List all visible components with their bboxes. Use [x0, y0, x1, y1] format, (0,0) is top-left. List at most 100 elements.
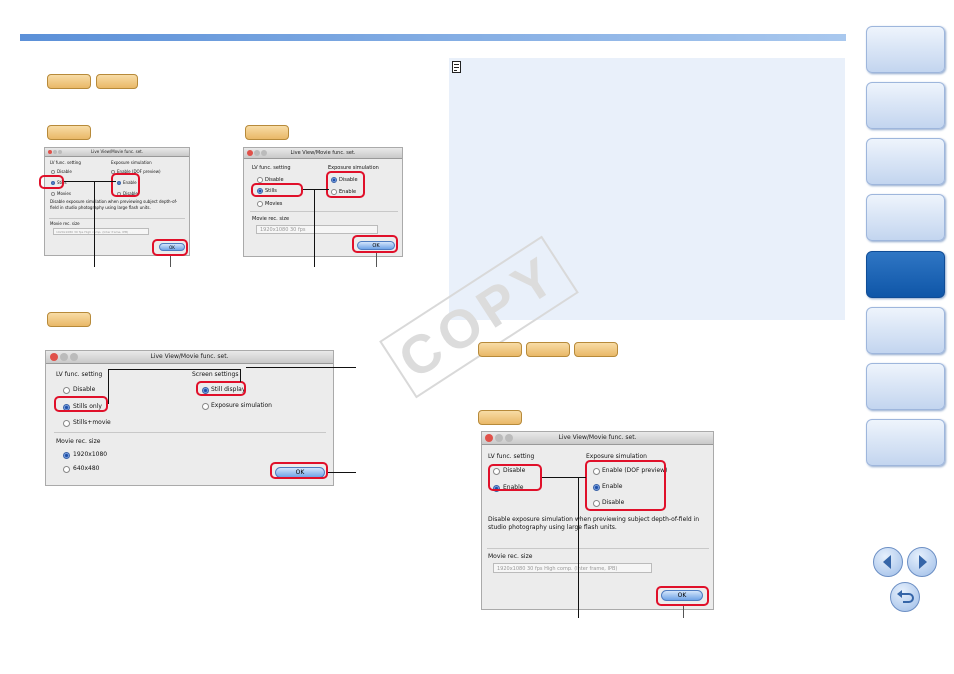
section-tab-5-active[interactable] — [866, 251, 945, 298]
exposure-simulation-option-label: Exposure simulation — [211, 402, 272, 409]
camera-model-badge — [478, 342, 522, 357]
highlight-still-display — [196, 381, 246, 396]
zoom-window-icon[interactable] — [70, 353, 78, 361]
lv-movies-radio[interactable] — [257, 201, 263, 207]
section-tab-3[interactable] — [866, 138, 945, 185]
callout-line — [94, 181, 95, 267]
close-window-icon[interactable] — [48, 150, 52, 154]
highlight-expsim — [326, 171, 365, 198]
window-title: Live View/Movie func. set. — [244, 148, 402, 159]
minimize-window-icon[interactable] — [254, 150, 260, 156]
callout-line — [683, 606, 684, 618]
screen-settings-label: Screen settings — [192, 371, 239, 378]
size-1920-radio[interactable] — [63, 452, 70, 459]
section-tab-4[interactable] — [866, 194, 945, 241]
highlight-lv-enable — [488, 464, 542, 491]
movie-size-select[interactable]: 1920x1080 30 fps High comp. (Inter frame… — [493, 563, 652, 573]
divider — [250, 211, 398, 212]
divider — [49, 218, 185, 219]
movie-rec-size-label: Movie rec. size — [50, 221, 80, 226]
highlight-ok — [352, 235, 398, 253]
zoom-window-icon[interactable] — [505, 434, 513, 442]
camera-model-badge — [96, 74, 138, 89]
camera-model-badge — [526, 342, 570, 357]
close-window-icon[interactable] — [247, 150, 253, 156]
section-tab-7[interactable] — [866, 363, 945, 410]
callout-line — [240, 369, 241, 382]
section-tab-8[interactable] — [866, 419, 945, 466]
next-page-icon[interactable] — [907, 547, 937, 577]
window-title: Live View/Movie func. set. — [45, 148, 189, 157]
callout-line — [108, 369, 109, 404]
movie-rec-size-label: Movie rec. size — [252, 216, 290, 222]
exposure-simulation-label: Exposure simulation — [586, 453, 647, 460]
prev-page-icon[interactable] — [873, 547, 903, 577]
callout-line — [314, 189, 315, 267]
close-window-icon[interactable] — [485, 434, 493, 442]
exposure-simulation-label: Exposure simulation — [111, 160, 152, 165]
camera-model-badge — [478, 410, 522, 425]
lv-stills-movie-label: Stills+movie — [73, 419, 111, 426]
callout-line — [246, 367, 356, 368]
camera-model-badge — [47, 312, 91, 327]
back-icon[interactable] — [890, 582, 920, 612]
lv-func-setting-label: LV func. setting — [50, 160, 81, 165]
divider — [54, 432, 326, 433]
callout-line — [170, 256, 171, 267]
minimize-window-icon[interactable] — [495, 434, 503, 442]
lv-disable-radio[interactable] — [51, 170, 55, 174]
highlight-stills — [251, 183, 303, 197]
memo-icon — [452, 61, 461, 73]
highlight-stills-only — [54, 396, 108, 412]
divider — [487, 548, 709, 549]
size-1920-label: 1920x1080 — [73, 451, 108, 458]
camera-model-badge — [245, 125, 289, 140]
highlight-ok — [152, 239, 188, 256]
window-title: Live View/Movie func. set. — [482, 432, 713, 445]
callout-line — [303, 189, 329, 190]
highlight-stills — [39, 175, 64, 189]
callout-line — [328, 472, 356, 473]
lv-disable-label: Disable — [73, 386, 96, 393]
camera-model-badge — [47, 74, 91, 89]
camera-model-badge — [574, 342, 618, 357]
description-text: Disable exposure simulation when preview… — [50, 199, 178, 210]
camera-model-badge — [47, 125, 91, 140]
exposure-simulation-radio[interactable] — [202, 403, 209, 410]
section-tab-1[interactable] — [866, 26, 945, 73]
lv-stills-movie-radio[interactable] — [63, 420, 70, 427]
callout-line — [64, 181, 116, 182]
callout-line — [376, 253, 377, 267]
description-text: Disable exposure simulation when preview… — [488, 516, 700, 531]
minimize-window-icon[interactable] — [53, 150, 57, 154]
callout-line — [578, 477, 579, 618]
movie-size-select[interactable]: 1920x1080 30 fps — [256, 225, 378, 234]
size-640-radio[interactable] — [63, 466, 70, 473]
header-bar — [20, 34, 846, 41]
lv-func-setting-label: LV func. setting — [252, 165, 291, 171]
highlight-ok — [656, 586, 709, 606]
lv-disable-radio[interactable] — [63, 387, 70, 394]
section-tab-2[interactable] — [866, 82, 945, 129]
callout-line — [108, 369, 240, 370]
lv-movies-radio[interactable] — [51, 192, 55, 196]
live-view-dialog-right: Live View/Movie func. set. LV func. sett… — [481, 431, 714, 610]
callout-line — [542, 477, 586, 478]
lv-func-setting-label: LV func. setting — [56, 371, 103, 378]
highlight-ok — [270, 462, 328, 479]
lv-movies-label: Movies — [57, 191, 71, 196]
highlight-expsim — [585, 460, 666, 511]
lv-disable-label: Disable — [57, 169, 72, 174]
highlight-expsim — [111, 173, 140, 197]
lv-func-setting-label: LV func. setting — [488, 453, 535, 460]
section-tab-6[interactable] — [866, 307, 945, 354]
zoom-window-icon[interactable] — [261, 150, 267, 156]
movie-rec-size-label: Movie rec. size — [56, 438, 101, 445]
movie-size-select[interactable]: 1920x1080 30 fps High comp. (Inter frame… — [53, 228, 149, 235]
minimize-window-icon[interactable] — [60, 353, 68, 361]
lv-movies-label: Movies — [265, 201, 283, 207]
close-window-icon[interactable] — [50, 353, 58, 361]
size-640-label: 640x480 — [73, 465, 100, 472]
zoom-window-icon[interactable] — [58, 150, 62, 154]
window-title: Live View/Movie func. set. — [46, 351, 333, 364]
